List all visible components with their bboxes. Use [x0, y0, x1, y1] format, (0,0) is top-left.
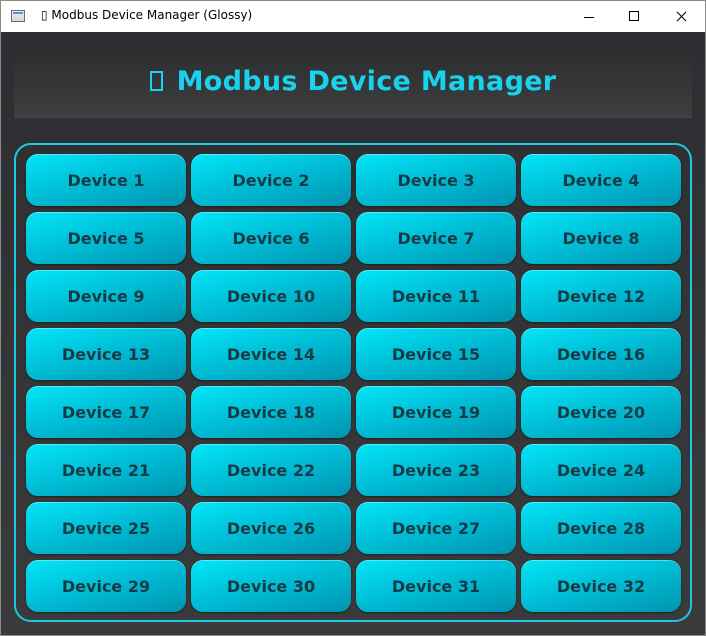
device-button-25[interactable]: Device 25 — [26, 502, 186, 554]
device-button-30[interactable]: Device 30 — [191, 560, 351, 612]
app-window: ▯ Modbus Device Manager (Glossy) Modbus … — [0, 0, 706, 636]
device-button-9[interactable]: Device 9 — [26, 270, 186, 322]
device-button-2[interactable]: Device 2 — [191, 154, 351, 206]
maximize-button[interactable] — [612, 1, 658, 32]
device-button-18[interactable]: Device 18 — [191, 386, 351, 438]
device-button-4[interactable]: Device 4 — [521, 154, 681, 206]
page-title: Modbus Device Manager — [176, 66, 557, 97]
device-button-17[interactable]: Device 17 — [26, 386, 186, 438]
device-button-11[interactable]: Device 11 — [356, 270, 516, 322]
device-button-16[interactable]: Device 16 — [521, 328, 681, 380]
device-button-19[interactable]: Device 19 — [356, 386, 516, 438]
device-button-21[interactable]: Device 21 — [26, 444, 186, 496]
maximize-icon — [629, 11, 639, 21]
window-title: ▯ Modbus Device Manager (Glossy) — [41, 8, 253, 22]
device-button-1[interactable]: Device 1 — [26, 154, 186, 206]
device-button-3[interactable]: Device 3 — [356, 154, 516, 206]
minimize-icon — [584, 17, 594, 18]
close-button[interactable] — [658, 1, 704, 32]
device-button-32[interactable]: Device 32 — [521, 560, 681, 612]
device-button-27[interactable]: Device 27 — [356, 502, 516, 554]
device-button-15[interactable]: Device 15 — [356, 328, 516, 380]
page-title-row: Modbus Device Manager — [14, 66, 692, 97]
app-window-icon — [11, 10, 25, 22]
device-button-24[interactable]: Device 24 — [521, 444, 681, 496]
device-grid-frame: Device 1 Device 2 Device 3 Device 4 Device 5… — [14, 143, 692, 622]
device-button-20[interactable]: Device 20 — [521, 386, 681, 438]
placeholder-glyph-icon — [149, 71, 163, 91]
minimize-button[interactable] — [566, 1, 612, 32]
device-button-31[interactable]: Device 31 — [356, 560, 516, 612]
device-grid: Device 1 Device 2 Device 3 Device 4 Device 5… — [26, 154, 682, 612]
device-button-28[interactable]: Device 28 — [521, 502, 681, 554]
device-button-23[interactable]: Device 23 — [356, 444, 516, 496]
main-content: Modbus Device Manager Device 1 Device 2 De… — [1, 32, 705, 635]
header-panel: Modbus Device Manager — [14, 46, 692, 118]
title-bar[interactable]: ▯ Modbus Device Manager (Glossy) — [1, 1, 705, 32]
device-button-6[interactable]: Device 6 — [191, 212, 351, 264]
device-button-22[interactable]: Device 22 — [191, 444, 351, 496]
device-button-26[interactable]: Device 26 — [191, 502, 351, 554]
device-button-8[interactable]: Device 8 — [521, 212, 681, 264]
device-button-5[interactable]: Device 5 — [26, 212, 186, 264]
device-button-10[interactable]: Device 10 — [191, 270, 351, 322]
device-button-12[interactable]: Device 12 — [521, 270, 681, 322]
device-button-13[interactable]: Device 13 — [26, 328, 186, 380]
device-button-14[interactable]: Device 14 — [191, 328, 351, 380]
device-button-7[interactable]: Device 7 — [356, 212, 516, 264]
device-button-29[interactable]: Device 29 — [26, 560, 186, 612]
